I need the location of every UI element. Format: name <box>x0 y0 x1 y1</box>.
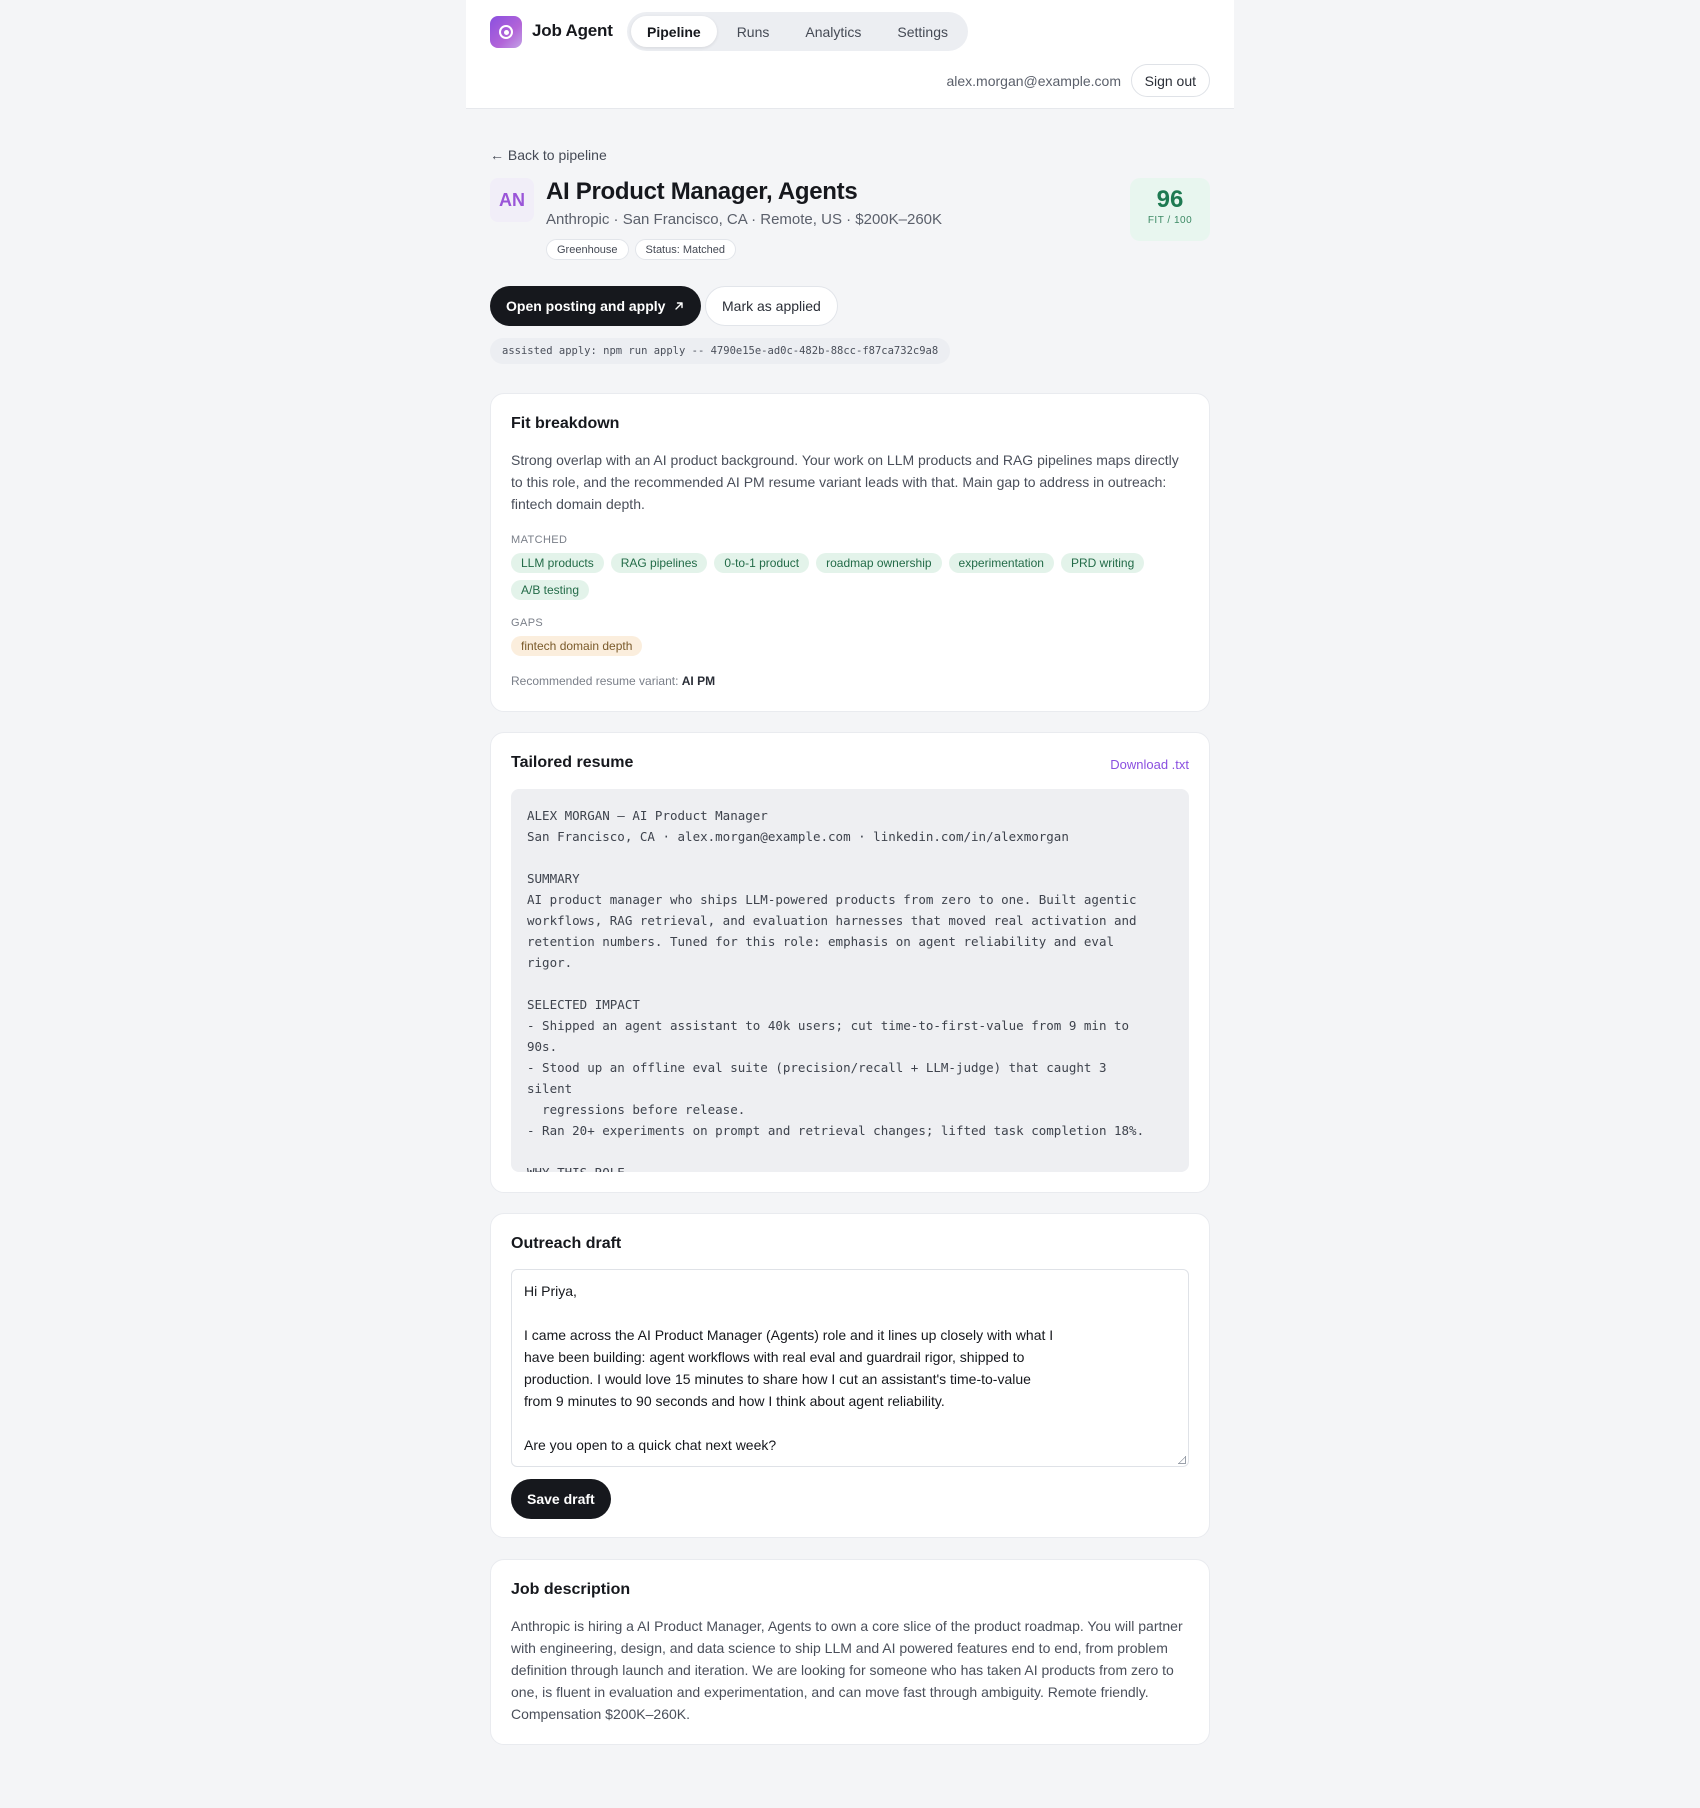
variant-value: AI PM <box>681 674 716 688</box>
open-posting-button[interactable]: Open posting and apply <box>490 286 702 326</box>
tab-settings[interactable]: Settings <box>881 16 964 47</box>
matched-skill: RAG pipelines <box>610 553 708 573</box>
job-description-text: Anthropic is hiring a AI Product Manager… <box>511 1618 1183 1722</box>
card-title: Outreach draft <box>511 1235 622 1252</box>
job-meta: Anthropic · San Francisco, CA · Remote, … <box>546 211 943 228</box>
recommended-variant: Recommended resume variant: AI PM <box>511 674 715 688</box>
matched-skill: LLM products <box>511 553 604 573</box>
sign-out-button[interactable]: Sign out <box>1130 64 1210 97</box>
main-nav: Pipeline Runs Analytics Settings <box>627 12 968 51</box>
fit-score-value: 96 <box>1156 186 1184 213</box>
tab-runs[interactable]: Runs <box>721 16 786 47</box>
top-bar: Job Agent Pipeline Runs Analytics Settin… <box>466 0 1234 109</box>
open-posting-label: Open posting and apply <box>506 298 666 314</box>
fit-summary: Strong overlap with an AI product backgr… <box>511 452 1179 512</box>
job-chips: Greenhouse Status: Matched <box>546 239 737 260</box>
gap-skills: fintech domain depth <box>511 636 1201 656</box>
assisted-apply-command[interactable]: assisted apply: npm run apply -- 4790e15… <box>490 338 951 364</box>
variant-label: Recommended resume variant: <box>511 674 679 688</box>
save-draft-button[interactable]: Save draft <box>511 1479 611 1519</box>
gap-skill: fintech domain depth <box>511 636 643 656</box>
card-title: Tailored resume <box>511 754 634 771</box>
resume-preview[interactable]: ALEX MORGAN — AI Product Manager San Fra… <box>511 789 1189 1172</box>
matched-skill: roadmap ownership <box>816 553 942 573</box>
card-title: Fit breakdown <box>511 415 620 432</box>
matched-skills: LLM products RAG pipelines 0-to-1 produc… <box>511 553 1201 600</box>
matched-skill: experimentation <box>948 553 1054 573</box>
page: Job Agent Pipeline Runs Analytics Settin… <box>0 0 1700 1808</box>
company-avatar: AN <box>490 178 534 222</box>
resize-handle-icon[interactable] <box>1178 1456 1186 1464</box>
outreach-draft-card: Outreach draft Hi Priya, I came across t… <box>490 1213 1210 1538</box>
tailored-resume-card: Tailored resume Download .txt ALEX MORGA… <box>490 732 1210 1193</box>
status-badge: Status: Matched <box>634 239 737 260</box>
matched-skill: A/B testing <box>511 580 590 600</box>
outreach-text: Hi Priya, I came across the AI Product M… <box>524 1283 1054 1453</box>
tab-pipeline[interactable]: Pipeline <box>631 16 717 47</box>
fit-score-label: FIT / 100 <box>1147 215 1193 226</box>
fit-breakdown-card: Fit breakdown Strong overlap with an AI … <box>490 393 1210 712</box>
card-title: Job description <box>511 1581 631 1598</box>
resume-text: ALEX MORGAN — AI Product Manager San Fra… <box>527 808 1145 1172</box>
outreach-textarea[interactable]: Hi Priya, I came across the AI Product M… <box>511 1269 1189 1467</box>
back-to-pipeline-link[interactable]: ← Back to pipeline <box>490 147 607 163</box>
mark-applied-button[interactable]: Mark as applied <box>705 286 838 326</box>
user-email: alex.morgan@example.com <box>946 73 1121 89</box>
gaps-label: GAPS <box>511 617 544 629</box>
tab-analytics[interactable]: Analytics <box>789 16 877 47</box>
brand-name: Job Agent <box>532 21 613 40</box>
job-description-card: Job description Anthropic is hiring a AI… <box>490 1559 1210 1745</box>
download-txt-link[interactable]: Download .txt <box>1110 757 1189 772</box>
job-title: AI Product Manager, Agents <box>546 178 858 205</box>
fit-score-badge: 96 FIT / 100 <box>1130 178 1210 241</box>
matched-skill: 0-to-1 product <box>714 553 810 573</box>
matched-skill: PRD writing <box>1060 553 1145 573</box>
matched-label: MATCHED <box>511 534 568 546</box>
source-badge: Greenhouse <box>546 239 629 260</box>
logo-icon[interactable] <box>490 16 522 48</box>
arrow-up-right-icon <box>675 302 684 310</box>
